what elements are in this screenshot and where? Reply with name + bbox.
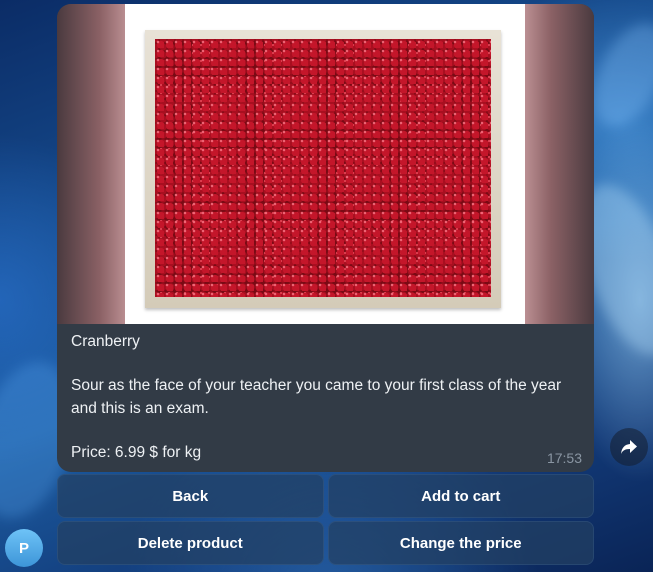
delete-product-button[interactable]: Delete product: [57, 521, 324, 565]
product-message: Cranberry Sour as the face of your teach…: [57, 4, 594, 472]
message-time: 17:53: [546, 450, 582, 466]
photo-frame: [125, 4, 525, 324]
change-price-button[interactable]: Change the price: [327, 521, 594, 565]
keyboard-row: Back Add to cart: [57, 474, 594, 518]
product-name: Cranberry: [71, 333, 140, 350]
product-description: Sour as the face of your teacher you cam…: [71, 377, 562, 417]
cranberries: [155, 39, 491, 297]
sender-avatar[interactable]: P: [5, 529, 43, 567]
product-photo[interactable]: [57, 4, 594, 324]
back-button[interactable]: Back: [57, 474, 324, 518]
share-arrow-icon: [621, 440, 637, 454]
cranberry-crate: [145, 30, 501, 308]
add-to-cart-button[interactable]: Add to cart: [327, 474, 594, 518]
message-caption: Cranberry Sour as the face of your teach…: [71, 330, 581, 464]
product-price: Price: 6.99 $ for kg: [71, 444, 202, 461]
keyboard-row: Delete product Change the price: [57, 521, 594, 565]
inline-keyboard: Back Add to cart Delete product Change t…: [57, 474, 594, 568]
share-button[interactable]: [610, 428, 648, 466]
